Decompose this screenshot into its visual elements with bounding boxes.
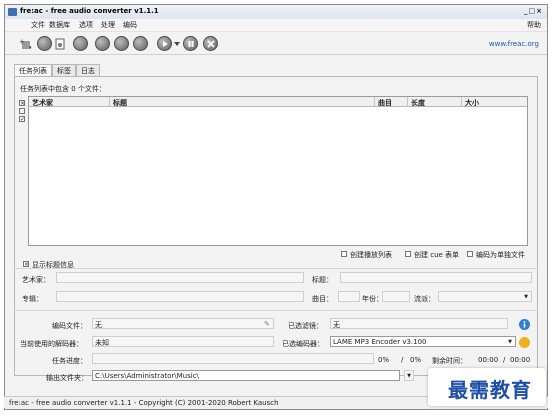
- decoder-field: 未知: [92, 336, 274, 347]
- column-divider: [109, 97, 110, 107]
- artist-label: 艺术家：: [22, 276, 50, 284]
- total-time: 00:00: [510, 356, 531, 364]
- title-label: 标题：: [312, 276, 333, 284]
- app-icon: [8, 8, 17, 16]
- svg-text:▾: ▾: [29, 45, 32, 50]
- filter-value: 无: [333, 321, 340, 329]
- file-icon[interactable]: [55, 38, 65, 50]
- encoder-value: LAME MP3 Encoder v3.100: [333, 338, 427, 346]
- progress-percent: 0%: [378, 356, 390, 364]
- column-divider: [461, 97, 462, 107]
- chevron-down-icon: ▼: [524, 294, 528, 300]
- menu-database[interactable]: 数据库: [49, 20, 70, 30]
- job-count: 任务列表中包含 0 个文件：: [20, 85, 106, 93]
- menu-options[interactable]: 选项: [79, 20, 93, 30]
- track-field[interactable]: [338, 291, 360, 302]
- info-divider: [14, 268, 538, 269]
- remaining-label: 剩余时间：: [432, 357, 467, 365]
- output-folder-dropdown[interactable]: ▼: [404, 370, 414, 381]
- time-slash: /: [503, 356, 506, 364]
- album-label: 专辑：: [22, 295, 43, 303]
- job-list-header: 艺术家 标题 曲目 长度 大小: [29, 97, 527, 107]
- column-track[interactable]: 曲目: [378, 98, 392, 108]
- encoder-label: 已选编码器：: [282, 340, 324, 348]
- menu-bar: 文件 数据库 选项 处理 编码 帮助: [5, 19, 547, 31]
- title-bar[interactable]: fre:ac - free audio converter v1.1.1 _□×: [5, 5, 547, 19]
- show-title-info-checkbox[interactable]: ×: [23, 261, 29, 268]
- album-field[interactable]: [56, 291, 304, 302]
- genre-label: 流派：: [414, 295, 435, 303]
- encoding-file-label: 编码文件：: [52, 322, 87, 330]
- encoder-combo[interactable]: LAME MP3 Encoder v3.100 ▼: [330, 336, 516, 347]
- encoding-file-field: 无: [92, 318, 274, 329]
- toolbar: + ▾ www.freac.org: [5, 31, 547, 55]
- progress-label: 任务进度：: [52, 357, 87, 365]
- watermark: 最需教育: [428, 368, 546, 406]
- single-file-checkbox[interactable]: [467, 251, 473, 257]
- output-folder-value: C:\Users\Administrator\Music\: [95, 372, 199, 380]
- menu-file[interactable]: 文件: [31, 20, 45, 30]
- output-folder-field[interactable]: C:\Users\Administrator\Music\: [92, 370, 400, 381]
- column-title[interactable]: 标题: [113, 98, 127, 108]
- column-length[interactable]: 长度: [411, 98, 425, 108]
- stop-icon[interactable]: [203, 36, 218, 51]
- watermark-text: 最需教育: [448, 378, 532, 402]
- select-all-checkbox[interactable]: ×: [19, 100, 25, 107]
- filter-field: 无: [330, 318, 508, 329]
- column-divider: [374, 97, 375, 107]
- window-controls[interactable]: _□×: [524, 7, 543, 15]
- star-icon[interactable]: [133, 36, 148, 51]
- track-label: 曲目：: [312, 295, 333, 303]
- gear-icon[interactable]: [114, 36, 129, 51]
- encoding-file-value: 无: [95, 321, 102, 329]
- play-icon[interactable]: [157, 36, 172, 51]
- single-file-label: 编码为单独文件: [476, 251, 525, 259]
- add-icon[interactable]: + ▾: [19, 38, 33, 51]
- genre-combo[interactable]: ▼: [438, 291, 532, 302]
- total-percent: 0%: [410, 356, 422, 364]
- config-icon[interactable]: [95, 36, 110, 51]
- output-folder-label: 输出文件夹：: [46, 374, 88, 382]
- remaining-time: 00:00: [478, 356, 499, 364]
- website-link[interactable]: www.freac.org: [489, 40, 539, 48]
- window-title: fre:ac - free audio converter v1.1.1: [20, 7, 159, 15]
- menu-encode[interactable]: 编码: [123, 20, 137, 30]
- playlist-label: 创建播放列表: [350, 251, 392, 259]
- progress-slash: /: [401, 356, 404, 364]
- cddb-icon[interactable]: [73, 36, 88, 51]
- pause-icon[interactable]: [183, 36, 198, 51]
- encoding-divider: [14, 310, 538, 311]
- select-none-checkbox[interactable]: [19, 108, 25, 114]
- column-divider: [407, 97, 408, 107]
- cuesheet-label: 创建 cue 表单: [414, 251, 460, 259]
- toggle-selection-checkbox[interactable]: ✓: [19, 116, 25, 123]
- chevron-down-icon: ▼: [508, 339, 512, 345]
- filter-label: 已选滤镜：: [288, 322, 323, 330]
- job-list[interactable]: 艺术家 标题 曲目 长度 大小: [28, 96, 528, 246]
- title-field[interactable]: [340, 272, 532, 283]
- decoder-label: 当前使用的解码器：: [20, 340, 83, 348]
- svg-text:+: +: [19, 38, 25, 46]
- tab-log[interactable]: 日志: [76, 64, 100, 76]
- decoder-value: 未知: [95, 339, 109, 347]
- filter-icon: ✎: [264, 320, 270, 328]
- artist-field[interactable]: [56, 272, 304, 283]
- chevron-down-icon[interactable]: [174, 41, 180, 53]
- year-field[interactable]: [382, 291, 410, 302]
- cuesheet-checkbox[interactable]: [405, 251, 411, 257]
- column-artist[interactable]: 艺术家: [32, 98, 53, 108]
- status-text: fre:ac - free audio converter v1.1.1 - C…: [9, 399, 279, 407]
- cd-icon[interactable]: [37, 36, 52, 51]
- menu-process[interactable]: 处理: [101, 20, 115, 30]
- progress-bar: [92, 353, 374, 364]
- year-label: 年份：: [362, 295, 383, 303]
- menu-help[interactable]: 帮助: [527, 20, 541, 30]
- chevron-down-icon: ▼: [407, 373, 411, 379]
- encoder-config-icon[interactable]: [519, 337, 530, 348]
- column-size[interactable]: 大小: [465, 98, 479, 108]
- info-icon[interactable]: [519, 319, 530, 330]
- tab-tags[interactable]: 标签: [52, 64, 76, 76]
- playlist-checkbox[interactable]: [341, 251, 347, 257]
